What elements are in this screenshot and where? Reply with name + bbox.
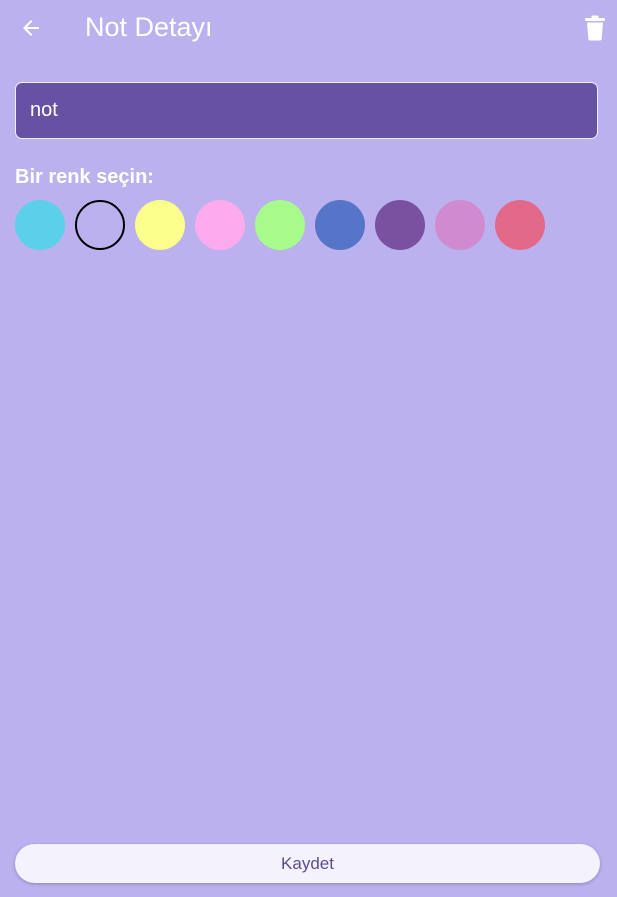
back-button[interactable] bbox=[14, 11, 48, 45]
delete-button[interactable] bbox=[580, 11, 610, 45]
color-picker-label: Bir renk seçin: bbox=[15, 166, 154, 188]
color-swatch-row bbox=[15, 200, 545, 252]
color-swatch-selected-current[interactable] bbox=[75, 200, 125, 250]
app-bar: Not Detayı bbox=[0, 0, 617, 56]
color-swatch-cyan[interactable] bbox=[15, 200, 65, 250]
arrow-left-icon bbox=[23, 20, 39, 36]
color-swatch-rose[interactable] bbox=[495, 200, 545, 250]
save-button[interactable]: Kaydet bbox=[15, 844, 600, 883]
color-swatch-purple[interactable] bbox=[375, 200, 425, 250]
color-swatch-blue[interactable] bbox=[315, 200, 365, 250]
color-swatch-yellow[interactable] bbox=[135, 200, 185, 250]
color-swatch-orchid[interactable] bbox=[435, 200, 485, 250]
trash-icon bbox=[585, 15, 605, 41]
color-swatch-green[interactable] bbox=[255, 200, 305, 250]
note-input[interactable] bbox=[15, 82, 598, 139]
page-title: Not Detayı bbox=[85, 12, 213, 42]
color-swatch-pink[interactable] bbox=[195, 200, 245, 250]
